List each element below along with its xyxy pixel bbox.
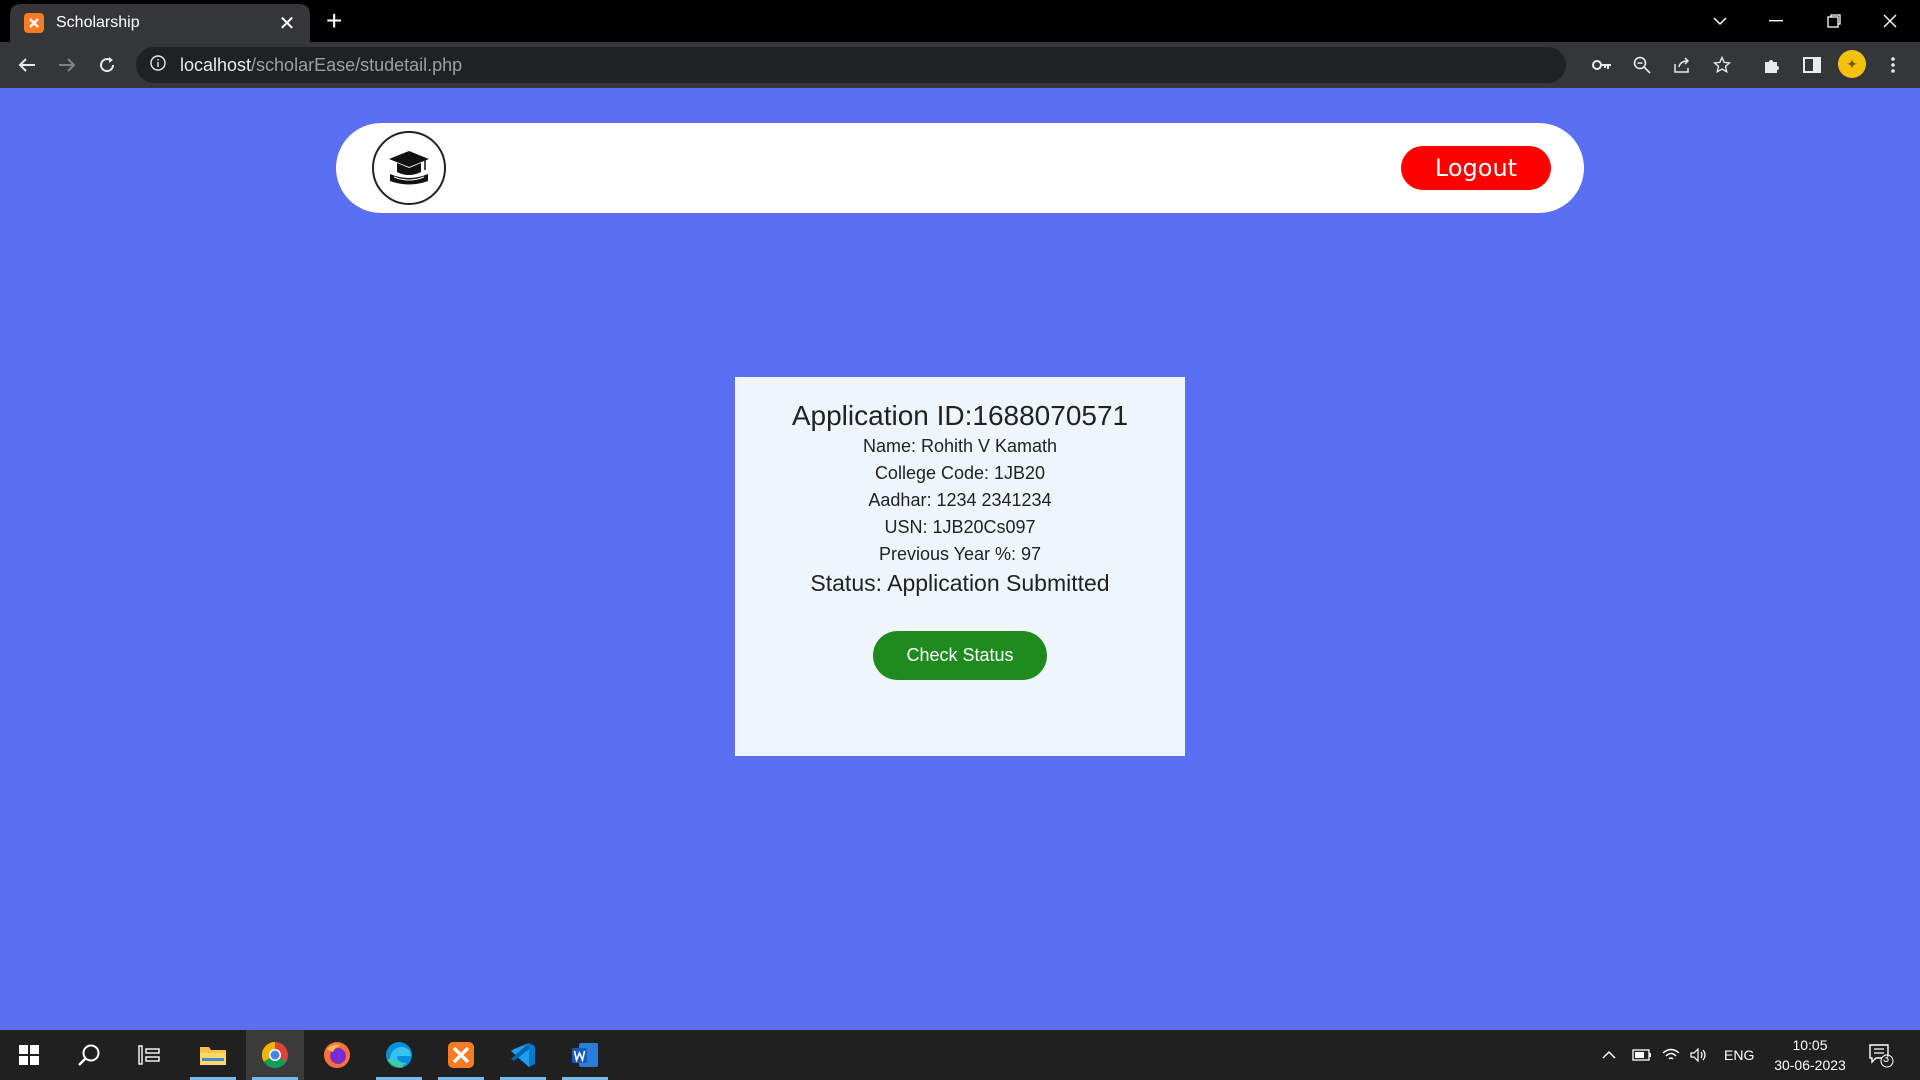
- key-icon[interactable]: [1587, 50, 1617, 80]
- url-text: localhost/scholarEase/studetail.php: [180, 55, 462, 76]
- student-name: Name: Rohith V Kamath: [862, 436, 1058, 456]
- tab-close-icon[interactable]: ✕: [276, 11, 298, 36]
- tab-title: Scholarship: [56, 14, 140, 31]
- logout-button[interactable]: Logout: [1401, 146, 1551, 190]
- extensions-puzzle-icon[interactable]: [1757, 50, 1787, 80]
- zoom-icon[interactable]: [1627, 50, 1657, 80]
- bookmark-star-icon[interactable]: [1707, 50, 1737, 80]
- firefox-icon[interactable]: [308, 1030, 366, 1080]
- xampp-icon[interactable]: [432, 1030, 490, 1080]
- search-icon[interactable]: [60, 1030, 118, 1080]
- clock-date: 30-06-2023: [1774, 1057, 1846, 1073]
- browser-toolbar: localhost/scholarEase/studetail.php ✦: [0, 42, 1920, 88]
- site-navbar: Logout: [336, 123, 1584, 213]
- side-panel-icon[interactable]: [1797, 50, 1827, 80]
- task-view-icon[interactable]: [120, 1030, 178, 1080]
- menu-kebab-icon[interactable]: [1878, 50, 1908, 80]
- reload-icon[interactable]: [92, 50, 122, 80]
- profile-avatar[interactable]: ✦: [1838, 50, 1866, 78]
- usn: USN: 1JB20Cs097: [884, 517, 1036, 537]
- address-bar[interactable]: localhost/scholarEase/studetail.php: [136, 47, 1566, 83]
- wifi-icon[interactable]: [1662, 1030, 1680, 1080]
- site-info-icon[interactable]: [150, 54, 166, 76]
- show-hidden-icons-chevron-icon[interactable]: [1602, 1030, 1616, 1080]
- application-status: Status: Application Submitted: [810, 570, 1110, 596]
- new-tab-icon[interactable]: +: [326, 7, 342, 35]
- browser-tab-strip: Scholarship ✕ +: [0, 0, 1920, 42]
- check-status-button[interactable]: Check Status: [873, 631, 1047, 680]
- file-explorer-icon[interactable]: [184, 1030, 242, 1080]
- close-window-icon[interactable]: [1862, 0, 1918, 42]
- graduation-cap-logo-icon[interactable]: [372, 131, 446, 205]
- vscode-icon[interactable]: [494, 1030, 552, 1080]
- url-path: /scholarEase/studetail.php: [251, 54, 463, 75]
- aadhar-number: Aadhar: 1234 2341234: [868, 490, 1052, 510]
- college-code: College Code: 1JB20: [874, 463, 1046, 483]
- tab-search-icon[interactable]: [1692, 0, 1748, 42]
- back-arrow-icon[interactable]: [12, 50, 42, 80]
- minimize-icon[interactable]: [1748, 0, 1804, 42]
- clock[interactable]: 10:05 30-06-2023: [1768, 1035, 1852, 1075]
- notification-count: 3: [1883, 1053, 1890, 1065]
- clock-time: 10:05: [1792, 1037, 1828, 1053]
- notification-center-icon[interactable]: 3: [1868, 1030, 1894, 1080]
- chrome-taskbar-icon[interactable]: [246, 1030, 304, 1080]
- restore-icon[interactable]: [1806, 0, 1862, 42]
- application-details-card: Application ID:1688070571 Name: Rohith V…: [735, 377, 1185, 756]
- volume-icon[interactable]: [1690, 1030, 1708, 1080]
- url-host: localhost: [180, 54, 252, 75]
- forward-arrow-icon[interactable]: [52, 50, 82, 80]
- word-icon[interactable]: [556, 1030, 614, 1080]
- browser-tab[interactable]: Scholarship ✕: [10, 4, 310, 42]
- share-icon[interactable]: [1667, 50, 1697, 80]
- windows-start-icon[interactable]: [0, 1030, 58, 1080]
- battery-icon[interactable]: [1632, 1030, 1652, 1080]
- previous-year-percentage: Previous Year %: 97: [878, 544, 1042, 564]
- windows-taskbar: ENG 10:05 30-06-2023 3: [0, 1030, 1920, 1080]
- edge-icon[interactable]: [370, 1030, 428, 1080]
- xampp-favicon-icon: [24, 13, 44, 33]
- language-indicator[interactable]: ENG: [1724, 1030, 1754, 1080]
- application-id: Application ID:1688070571: [791, 400, 1129, 431]
